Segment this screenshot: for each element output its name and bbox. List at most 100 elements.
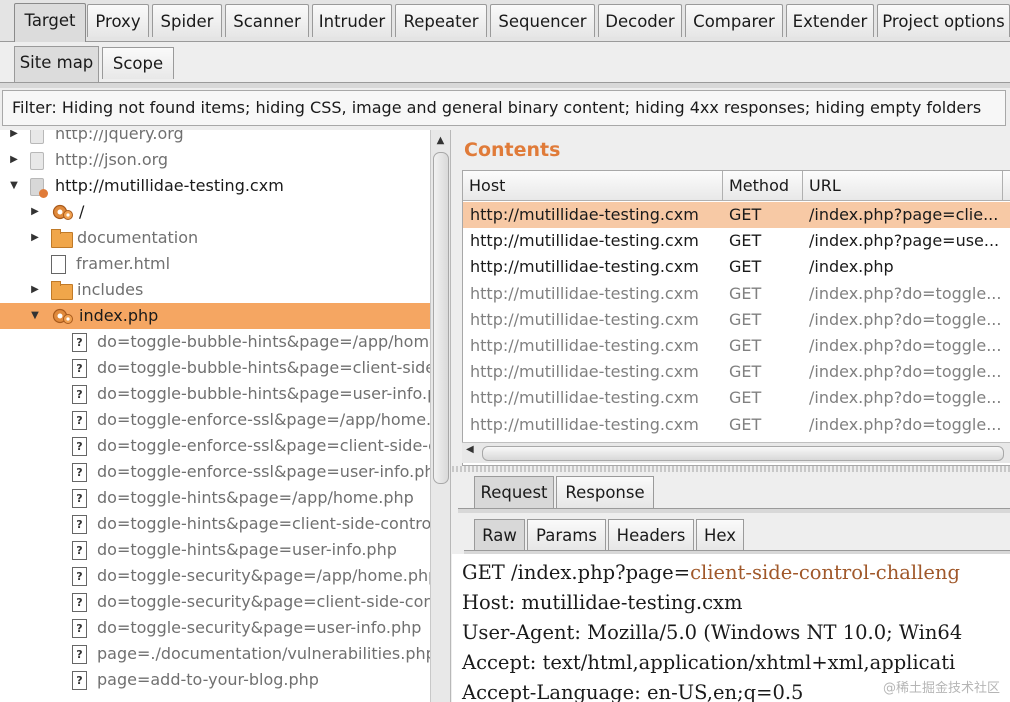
tree-node[interactable]: ? do=toggle-hints&page=user-info.php: [0, 537, 430, 563]
cell-url: /index.php?page=use...: [809, 231, 1000, 251]
tree-node[interactable]: ? do=toggle-enforce-ssl&page=/app/home.p: [0, 407, 430, 433]
tab-headers[interactable]: Headers: [608, 519, 694, 551]
table-row[interactable]: http://mutillidae-testing.cxm GET/index.p…: [463, 202, 1010, 228]
table-row[interactable]: http://mutillidae-testing.cxm GET/index.p…: [463, 359, 1010, 385]
tree-node[interactable]: ? do=toggle-bubble-hints&page=user-info.p…: [0, 381, 430, 407]
expanded-arrow-icon[interactable]: ▼: [8, 173, 20, 199]
table-row[interactable]: http://mutillidae-testing.cxm GET/index.p…: [463, 307, 1010, 333]
site-map-tree-panel: ▶ http://jquery.org ▶ http://json.org ▼ http:…: [0, 130, 451, 702]
collapsed-arrow-icon[interactable]: ▶: [8, 130, 20, 147]
request-header-line: Host: mutillidae-testing.cxm: [462, 591, 743, 614]
cell-url: /index.php: [809, 257, 894, 277]
tab-project-options[interactable]: Project options: [877, 4, 1010, 37]
tab-intruder[interactable]: Intruder: [312, 4, 392, 37]
tree-node[interactable]: ▼ http://mutillidae-testing.cxm: [0, 173, 430, 199]
column-header-url[interactable]: URL: [803, 171, 1003, 201]
table-row[interactable]: http://mutillidae-testing.cxm GET/index.p…: [463, 228, 1010, 254]
tab-hex[interactable]: Hex: [696, 519, 744, 551]
tree-node[interactable]: ? do=toggle-hints&page=/app/home.php: [0, 485, 430, 511]
tab-sequencer[interactable]: Sequencer: [490, 4, 595, 37]
tab-raw[interactable]: Raw: [474, 519, 525, 551]
collapsed-arrow-icon[interactable]: ▶: [8, 147, 20, 173]
table-horizontal-scrollbar[interactable]: ◀: [462, 442, 1010, 463]
tree-node[interactable]: ? page=./documentation/vulnerabilities.ph…: [0, 641, 430, 667]
unrequested-item-icon: ?: [72, 489, 87, 508]
tree-node[interactable]: ? do=toggle-hints&page=client-side-contro…: [0, 511, 430, 537]
tree-node[interactable]: ▼ index.php: [0, 303, 430, 329]
expanded-arrow-icon[interactable]: ▼: [29, 303, 41, 329]
tree-scrollbar[interactable]: ▲: [430, 130, 450, 702]
table-row[interactable]: http://mutillidae-testing.cxm GET/index.p…: [463, 281, 1010, 307]
scroll-left-arrow-icon[interactable]: ◀: [466, 444, 474, 455]
scroll-up-arrow-icon[interactable]: ▲: [431, 132, 450, 150]
tree-node[interactable]: ▶ http://jquery.org: [0, 130, 430, 147]
tab-params[interactable]: Params: [527, 519, 606, 551]
request-header-line: Accept: text/html,application/xhtml+xml,…: [462, 651, 956, 674]
tree-node-label: do=toggle-enforce-ssl&page=user-info.php: [97, 462, 430, 481]
tree-node-label: do=toggle-enforce-ssl&page=/app/home.p: [97, 410, 430, 429]
tree-node[interactable]: ? do=toggle-bubble-hints&page=client-side…: [0, 355, 430, 381]
tab-spider[interactable]: Spider: [152, 4, 222, 37]
column-header-method[interactable]: Method: [723, 171, 803, 201]
tree-node[interactable]: ? do=toggle-enforce-ssl&page=client-side-…: [0, 433, 430, 459]
collapsed-arrow-icon[interactable]: ▶: [29, 277, 41, 303]
cell-url: /index.php?page=clie...: [809, 205, 999, 224]
pane-splitter[interactable]: [452, 466, 1010, 472]
contents-title: Contents: [464, 139, 561, 161]
cell-method: GET: [729, 283, 762, 303]
tree-node[interactable]: ? do=toggle-security&page=client-side-con…: [0, 589, 430, 615]
request-header-line: User-Agent: Mozilla/5.0 (Windows NT 10.0…: [462, 621, 963, 644]
tab-scanner[interactable]: Scanner: [225, 4, 309, 37]
table-row[interactable]: http://mutillidae-testing.cxm GET/index.p…: [463, 254, 1010, 280]
tree-node[interactable]: ▶ /: [0, 199, 430, 225]
unrequested-item-icon: ?: [72, 411, 87, 430]
tab-request[interactable]: Request: [474, 476, 554, 508]
tab-response[interactable]: Response: [556, 476, 654, 508]
tree-node[interactable]: ▶ http://json.org: [0, 147, 430, 173]
tree-node-label: do=toggle-bubble-hints&page=client-side-: [97, 358, 430, 377]
gear-icon: [51, 203, 73, 221]
tree-node[interactable]: ▶ documentation: [0, 225, 430, 251]
folder-icon: [51, 281, 73, 300]
cell-method: GET: [729, 362, 762, 382]
tab-repeater[interactable]: Repeater: [395, 4, 487, 37]
tree-node[interactable]: ? do=toggle-enforce-ssl&page=user-info.ph…: [0, 459, 430, 485]
table-row[interactable]: http://mutillidae-testing.cxm GET/index.p…: [463, 385, 1010, 411]
column-header-host[interactable]: Host: [463, 171, 723, 201]
request-param-value: client-side-control-challeng: [690, 561, 960, 584]
cell-method: GET: [729, 388, 762, 408]
tree-node-label: documentation: [77, 228, 199, 247]
tree-node-label: do=toggle-enforce-ssl&page=client-side-c…: [97, 436, 430, 455]
tree-node[interactable]: ? do=toggle-security&page=user-info.php: [0, 615, 430, 641]
tree-node[interactable]: ? page=add-to-your-blog.php: [0, 667, 430, 693]
tree-node[interactable]: ? do=toggle-security&page=/app/home.php: [0, 563, 430, 589]
table-row[interactable]: http://mutillidae-testing.cxm GET/index.p…: [463, 412, 1010, 438]
tab-proxy[interactable]: Proxy: [87, 4, 149, 37]
tab-extender[interactable]: Extender: [786, 4, 874, 37]
tree-node-label: framer.html: [76, 254, 171, 273]
column-header-extra[interactable]: [1003, 171, 1010, 201]
unrequested-item-icon: ?: [72, 645, 87, 664]
collapsed-arrow-icon[interactable]: ▶: [29, 225, 41, 251]
collapsed-arrow-icon[interactable]: ▶: [29, 199, 41, 225]
tree-node-label: http://jquery.org: [55, 130, 184, 143]
cell-host: http://mutillidae-testing.cxm: [470, 283, 699, 303]
tab-target[interactable]: Target: [14, 3, 86, 42]
table-scrollbar-thumb[interactable]: [482, 446, 1004, 461]
tree-node-label: do=toggle-hints&page=client-side-control…: [97, 514, 430, 533]
unrequested-item-icon: ?: [72, 567, 87, 586]
tree-scrollbar-thumb[interactable]: [433, 152, 449, 484]
tree-node[interactable]: ▶ includes: [0, 277, 430, 303]
tree-node-label: http://mutillidae-testing.cxm: [55, 176, 284, 195]
table-row[interactable]: http://mutillidae-testing.cxm GET/index.p…: [463, 333, 1010, 359]
tree-node[interactable]: framer.html: [0, 251, 430, 277]
tab-comparer[interactable]: Comparer: [685, 4, 783, 37]
unrequested-item-icon: ?: [72, 619, 87, 638]
tab-decoder[interactable]: Decoder: [598, 4, 682, 37]
filter-bar[interactable]: Filter: Hiding not found items; hiding C…: [2, 90, 1006, 126]
tab-scope[interactable]: Scope: [102, 47, 174, 79]
cell-host: http://mutillidae-testing.cxm: [470, 231, 699, 251]
cell-method: GET: [729, 336, 762, 355]
tree-node[interactable]: ? do=toggle-bubble-hints&page=/app/home.: [0, 329, 430, 355]
tab-site-map[interactable]: Site map: [14, 46, 99, 82]
